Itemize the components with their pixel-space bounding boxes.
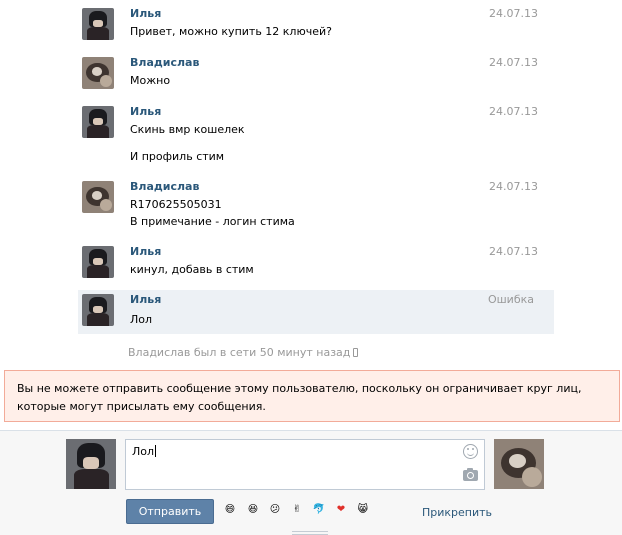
message-text: Скинь вмр кошелек (130, 123, 245, 136)
resize-handle[interactable] (292, 531, 328, 535)
emoji-confused-icon[interactable]: 😕 (267, 502, 283, 518)
message-date[interactable]: 24.07.13 (489, 180, 538, 193)
message-item[interactable]: Илья 24.07.13 Привет, можно купить 12 кл… (78, 4, 554, 48)
message-date[interactable]: 24.07.13 (489, 245, 538, 258)
message-text: И профиль стим (130, 150, 225, 163)
peer-avatar[interactable] (494, 439, 544, 489)
message-author[interactable]: Илья (130, 7, 161, 20)
message-author[interactable]: Владислав (130, 180, 199, 193)
emoji-dolphin-icon[interactable]: 🐬 (311, 502, 327, 518)
text-caret (155, 445, 157, 457)
dialog-page: Илья 24.07.13 Привет, можно купить 12 кл… (0, 0, 622, 535)
mobile-icon (353, 348, 359, 357)
message-author[interactable]: Илья (130, 293, 161, 306)
message-text: кинул, добавь в стим (130, 263, 254, 276)
message-text: Привет, можно купить 12 ключей? (130, 25, 332, 38)
my-avatar[interactable] (66, 439, 116, 489)
emoji-cat-icon[interactable]: 😸 (355, 502, 371, 518)
error-text: Вы не можете отправить сообщение этому п… (17, 382, 582, 413)
avatar[interactable] (82, 181, 114, 213)
message-item[interactable]: Владислав 24.07.13 R170625505031 В приме… (78, 177, 554, 237)
message-date[interactable]: 24.07.13 (489, 56, 538, 69)
message-item[interactable]: Илья 24.07.13 кинул, добавь в стим (78, 242, 554, 286)
message-item[interactable]: Илья 24.07.13 Скинь вмр кошелек И профил… (78, 102, 554, 172)
send-button[interactable]: Отправить (126, 499, 214, 524)
message-author[interactable]: Владислав (130, 56, 199, 69)
message-composer: Лол Отправить 😄 😆 😕 ✌ 🐬 ❤ 😸 Прикрепить (0, 430, 622, 535)
message-author[interactable]: Илья (130, 105, 161, 118)
message-text: В примечание - логин стима (130, 215, 295, 228)
smiley-icon[interactable] (463, 444, 478, 459)
emoji-heart-icon[interactable]: ❤ (333, 502, 349, 518)
avatar[interactable] (82, 8, 114, 40)
attach-link[interactable]: Прикрепить (422, 506, 492, 519)
message-date[interactable]: 24.07.13 (489, 105, 538, 118)
camera-icon[interactable] (463, 468, 478, 481)
emoji-laugh-icon[interactable]: 😆 (245, 502, 261, 518)
avatar[interactable] (82, 246, 114, 278)
error-notice: Вы не можете отправить сообщение этому п… (4, 370, 620, 422)
message-text: Лол (130, 313, 153, 326)
emoji-victory-icon[interactable]: ✌ (289, 502, 305, 518)
message-author[interactable]: Илья (130, 245, 161, 258)
message-text: R170625505031 (130, 198, 222, 211)
online-status: Владислав был в сети 50 минут назад (128, 346, 359, 359)
message-item[interactable]: Владислав 24.07.13 Можно (78, 53, 554, 97)
message-date[interactable]: 24.07.13 (489, 7, 538, 20)
avatar[interactable] (82, 294, 114, 326)
avatar[interactable] (82, 106, 114, 138)
message-input[interactable]: Лол (125, 439, 485, 490)
message-item-failed[interactable]: Илья Ошибка Лол (78, 290, 554, 334)
message-error-status: Ошибка (487, 293, 534, 306)
emoji-grin-icon[interactable]: 😄 (222, 502, 238, 518)
avatar[interactable] (82, 57, 114, 89)
message-text: Можно (130, 74, 171, 87)
message-input-value: Лол (132, 445, 155, 458)
online-status-text: Владислав был в сети 50 минут назад (128, 346, 351, 359)
